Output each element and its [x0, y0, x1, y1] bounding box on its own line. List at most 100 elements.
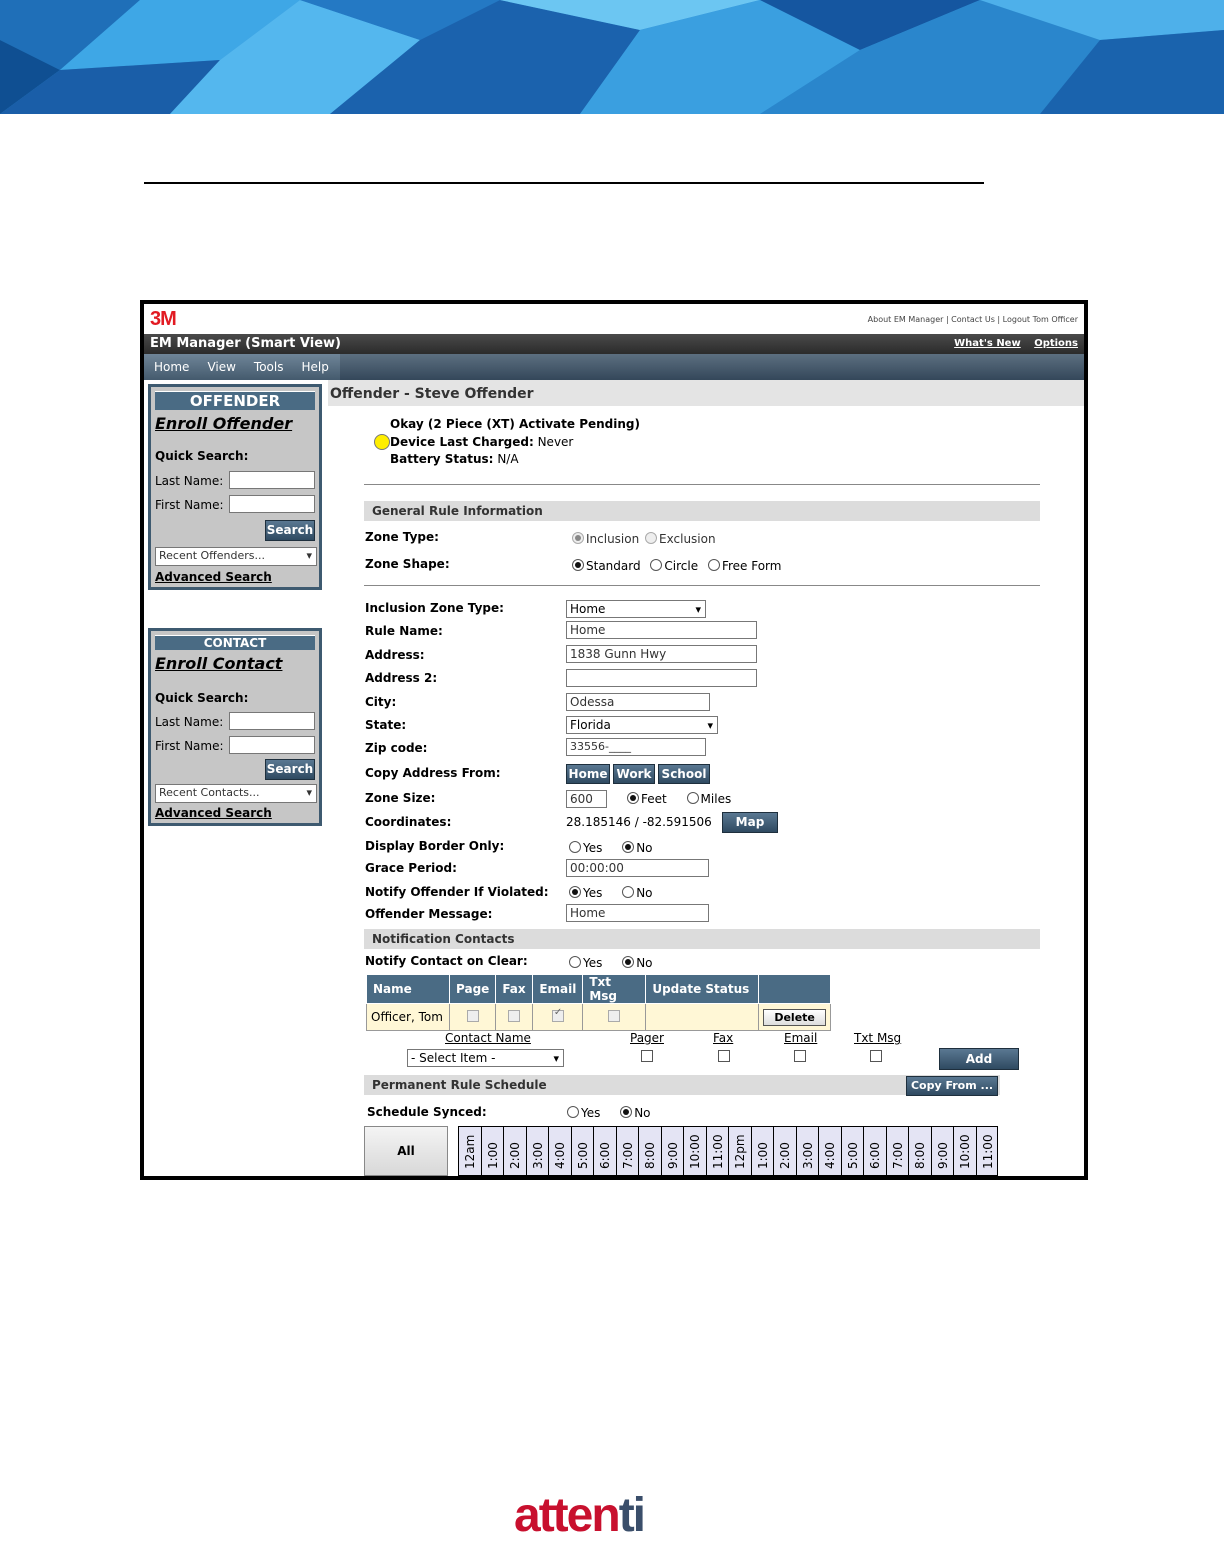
- zone-type-exclusion-radio[interactable]: [645, 532, 658, 544]
- zone-type-inclusion-radio[interactable]: [572, 532, 584, 544]
- delete-button[interactable]: Delete: [763, 1008, 826, 1026]
- zone-shape-standard-radio[interactable]: [572, 559, 584, 571]
- email-checkbox[interactable]: ✓: [551, 1007, 564, 1022]
- menu-help[interactable]: Help: [291, 354, 336, 374]
- state-select[interactable]: Florida ▾: [566, 716, 718, 734]
- hour-cell[interactable]: 10:00: [954, 1127, 977, 1176]
- zone-shape-circle-radio[interactable]: [650, 559, 663, 571]
- recent-contacts-select[interactable]: Recent Contacts... ▾: [155, 784, 317, 803]
- hour-cell[interactable]: 5:00: [572, 1127, 594, 1176]
- menu-view[interactable]: View: [197, 354, 243, 374]
- hour-cell[interactable]: 4:00: [549, 1127, 572, 1176]
- txt-checkbox[interactable]: [608, 1009, 621, 1022]
- copy-home-button[interactable]: Home: [566, 764, 610, 784]
- hour-cell[interactable]: 3:00: [797, 1127, 819, 1176]
- address2-input[interactable]: [566, 669, 757, 687]
- hour-cell[interactable]: 11:00: [707, 1127, 729, 1176]
- feet-radio[interactable]: [627, 792, 639, 804]
- hour-cell[interactable]: 7:00: [887, 1127, 909, 1176]
- hour-cell[interactable]: 9:00: [932, 1127, 954, 1176]
- page-checkbox[interactable]: [466, 1009, 479, 1022]
- hour-cell[interactable]: 4:00: [819, 1127, 842, 1176]
- whats-new-link[interactable]: What's New: [954, 338, 1021, 349]
- hour-cell[interactable]: 5:00: [842, 1127, 864, 1176]
- hour-cell[interactable]: 2:00: [504, 1127, 527, 1176]
- contact-first-name-input[interactable]: [229, 736, 315, 754]
- add-txt-checkbox[interactable]: [870, 1050, 882, 1062]
- fax-checkbox[interactable]: [508, 1009, 521, 1022]
- section-title: General Rule Information: [372, 504, 543, 518]
- offender-last-name-input[interactable]: [229, 471, 315, 489]
- copy-from-button[interactable]: Copy From ...: [906, 1076, 998, 1096]
- fax-cell: [495, 1003, 534, 1031]
- hour-cell[interactable]: 7:00: [617, 1127, 639, 1176]
- hour-cell[interactable]: 6:00: [594, 1127, 617, 1176]
- schedule-all-button[interactable]: All: [364, 1126, 448, 1176]
- recent-offenders-select[interactable]: Recent Offenders... ▾: [155, 547, 317, 566]
- menu-tools[interactable]: Tools: [244, 354, 292, 374]
- offender-advanced-search-link[interactable]: Advanced Search: [155, 570, 272, 584]
- hour-cell[interactable]: 3:00: [527, 1127, 549, 1176]
- add-fax-checkbox[interactable]: [718, 1050, 730, 1062]
- enroll-contact-link[interactable]: Enroll Contact: [155, 654, 315, 673]
- copy-school-button[interactable]: School: [658, 764, 710, 784]
- hour-cell[interactable]: 10:00: [684, 1127, 707, 1176]
- offender-panel-header: OFFENDER: [155, 391, 315, 410]
- notify-clear-no-radio[interactable]: [622, 956, 635, 968]
- rule-name-label: Rule Name:: [365, 624, 443, 638]
- grace-period-input[interactable]: 00:00:00: [566, 859, 709, 877]
- rule-name-input[interactable]: Home: [566, 621, 757, 639]
- display-border-no-radio[interactable]: [622, 841, 635, 853]
- notify-clear-yes-radio[interactable]: [569, 956, 581, 968]
- col-txt-msg: Txt Msg: [582, 974, 647, 1004]
- hour-cell[interactable]: 9:00: [662, 1127, 684, 1176]
- schedule-synced-no-radio[interactable]: [620, 1106, 633, 1118]
- menu-home[interactable]: Home: [144, 354, 197, 374]
- hour-cell[interactable]: 12pm: [729, 1127, 752, 1176]
- offender-panel: OFFENDER Enroll Offender Quick Search: L…: [148, 384, 322, 590]
- hour-cell[interactable]: 6:00: [864, 1127, 887, 1176]
- zip-input[interactable]: 33556-____: [566, 738, 706, 756]
- hour-cell[interactable]: 1:00: [752, 1127, 774, 1176]
- display-border-yes-radio[interactable]: [569, 841, 581, 853]
- schedule-synced-yes-radio[interactable]: [567, 1106, 579, 1118]
- miles-radio[interactable]: [686, 792, 699, 804]
- 3m-logo: 3M: [150, 308, 177, 330]
- options-link[interactable]: Options: [1034, 338, 1078, 349]
- zone-shape-freeform-radio[interactable]: [707, 559, 720, 571]
- top-links[interactable]: About EM Manager | Contact Us | Logout T…: [868, 315, 1078, 324]
- pager-label: Pager: [630, 1031, 664, 1045]
- hour-cell[interactable]: 11:00: [977, 1127, 1000, 1176]
- battery-status: Battery Status: N/A: [390, 452, 519, 466]
- inclusion-zone-type-select[interactable]: Home ▾: [566, 600, 706, 618]
- offender-search-button[interactable]: Search: [265, 520, 315, 541]
- hour-cell[interactable]: 2:00: [774, 1127, 797, 1176]
- notify-violated-yes-label: Yes: [583, 886, 603, 900]
- col-email: Email: [532, 974, 584, 1004]
- zone-size-input[interactable]: 600: [566, 790, 607, 808]
- address-input[interactable]: 1838 Gunn Hwy: [566, 645, 757, 663]
- add-contact-button[interactable]: Add: [939, 1048, 1019, 1070]
- offender-first-name-input[interactable]: [229, 495, 315, 513]
- contact-search-button[interactable]: Search: [265, 759, 315, 780]
- copy-address-label: Copy Address From:: [365, 766, 501, 780]
- attenti-logo-part2: ti: [618, 1489, 646, 1542]
- contact-last-name-input[interactable]: [229, 712, 315, 730]
- contact-advanced-search-link[interactable]: Advanced Search: [155, 806, 272, 820]
- hour-cell[interactable]: 1:00: [482, 1127, 504, 1176]
- map-button[interactable]: Map: [722, 812, 778, 833]
- hour-cell[interactable]: 8:00: [909, 1127, 932, 1176]
- add-email-checkbox[interactable]: [794, 1050, 806, 1062]
- hour-label: 6:00: [868, 1142, 882, 1169]
- city-input[interactable]: Odessa: [566, 693, 710, 711]
- add-pager-checkbox[interactable]: [641, 1050, 653, 1062]
- contact-select[interactable]: - Select Item - ▾: [407, 1049, 564, 1067]
- copy-work-button[interactable]: Work: [613, 764, 655, 784]
- enroll-offender-link[interactable]: Enroll Offender: [155, 414, 315, 433]
- notify-violated-no-radio[interactable]: [622, 886, 635, 898]
- offender-message-input[interactable]: Home: [566, 904, 709, 922]
- hour-cell[interactable]: 12am: [459, 1127, 482, 1176]
- hour-label: 8:00: [643, 1142, 657, 1169]
- notify-violated-yes-radio[interactable]: [569, 886, 581, 898]
- hour-cell[interactable]: 8:00: [639, 1127, 662, 1176]
